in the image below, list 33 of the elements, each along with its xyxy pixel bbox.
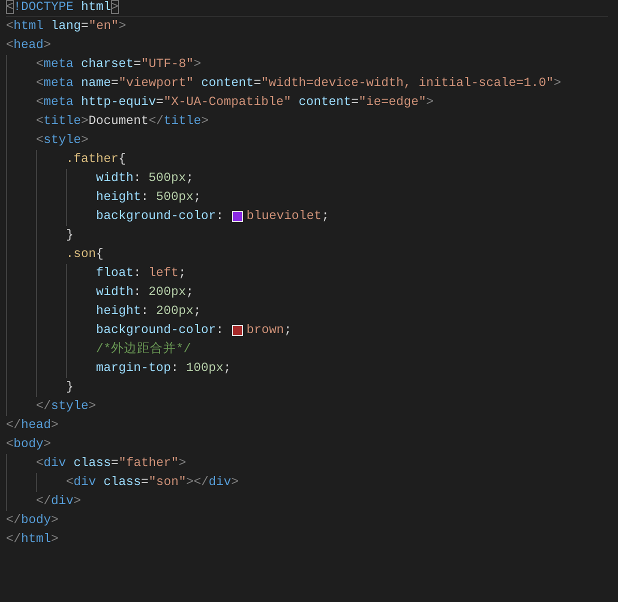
code-text: background-color: [96, 208, 224, 225]
code-text: </head> [6, 417, 59, 434]
code-text: brown; [246, 322, 292, 339]
code-text: <style> [36, 132, 89, 149]
code-text: margin-top: 100px; [96, 360, 232, 377]
code-text: <meta http-equiv="X-UA-Compatible" content="ie=edge"> [36, 94, 434, 111]
code-text: <div class="father"> [36, 455, 186, 472]
code-text: <body> [6, 436, 52, 453]
code-text: <html lang="en"> [6, 18, 126, 35]
color-swatch-icon[interactable] [232, 325, 243, 336]
code-text: </body> [6, 512, 59, 529]
code-text: <head> [6, 37, 52, 54]
code-text: width: 500px; [96, 170, 194, 187]
code-text: float: left; [96, 265, 186, 282]
code-text: .father{ [66, 151, 126, 168]
code-text: <meta name="viewport" content="width=device-width, initial-scale=1.0"> [36, 75, 562, 92]
color-swatch-icon[interactable] [232, 211, 243, 222]
code-text: height: 500px; [96, 189, 202, 206]
code-text: } [66, 227, 74, 244]
code-text: <!DOCTYPE html> [6, 0, 119, 16]
code-text: </style> [36, 398, 96, 415]
code-text: blueviolet; [246, 208, 330, 225]
code-text: <title>Document</title> [36, 113, 209, 130]
code-text: background-color: [96, 322, 224, 339]
code-text: /*外边距合并*/ [96, 341, 192, 358]
code-text: height: 200px; [96, 303, 202, 320]
code-text: <div class="son"></div> [66, 474, 239, 491]
code-text: } [66, 379, 74, 396]
code-text: .son{ [66, 246, 104, 263]
code-text: </html> [6, 531, 59, 548]
code-text: width: 200px; [96, 284, 194, 301]
code-text: <meta charset="UTF-8"> [36, 56, 202, 73]
code-text: </div> [36, 493, 82, 510]
